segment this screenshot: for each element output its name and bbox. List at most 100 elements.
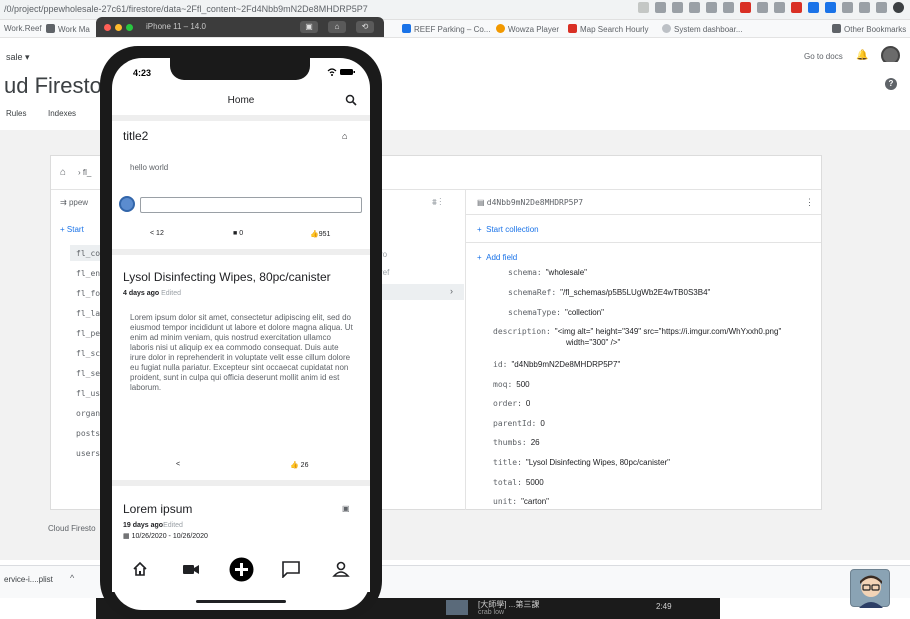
collection-item[interactable]: fl_pe <box>76 329 100 338</box>
field-row[interactable]: schemaType: "collection" <box>508 308 604 317</box>
thumbs-up-icon: 👍 <box>310 231 319 238</box>
extension-toolbar <box>638 2 904 13</box>
field-row[interactable]: description: "<img alt=" height="349" src… <box>493 327 781 336</box>
tab-rules[interactable]: Rules <box>6 109 26 118</box>
calendar-icon[interactable]: ▣ <box>342 504 350 513</box>
profile-avatar-icon[interactable] <box>893 2 904 13</box>
user-avatar <box>119 196 135 212</box>
feed-separator <box>112 115 370 121</box>
add-post-icon[interactable] <box>229 557 254 587</box>
collection-item[interactable]: users <box>76 449 100 458</box>
add-field-button[interactable]: + Add field <box>477 253 517 262</box>
bookmark-item[interactable]: Other Bookmarks <box>832 24 906 34</box>
extension-icon[interactable] <box>706 2 717 13</box>
field-row[interactable]: order: 0 <box>493 399 530 408</box>
collection-item[interactable]: fl_us <box>76 389 100 398</box>
collection-item[interactable]: fl_en <box>76 269 100 278</box>
minimize-window-button[interactable] <box>115 24 122 31</box>
field-row[interactable]: id: "d4Nbb9mN2De8MHDRP5P7" <box>493 360 620 369</box>
start-collection-left[interactable]: + Start <box>60 225 84 234</box>
zoom-window-button[interactable] <box>126 24 133 31</box>
extension-icon[interactable] <box>655 2 666 13</box>
field-row[interactable]: thumbs: 26 <box>493 438 540 447</box>
extension-icon[interactable] <box>825 2 836 13</box>
extension-icon[interactable] <box>740 2 751 13</box>
field-row[interactable]: moq: 500 <box>493 380 530 389</box>
dashboard-icon <box>662 24 671 33</box>
pin-icon[interactable]: ⌂ <box>342 131 347 141</box>
video-thumbnail[interactable] <box>446 600 468 615</box>
bookmark-item[interactable]: REEF Parking – Co... <box>402 24 490 34</box>
bookmark-item[interactable]: Map Search Hourly <box>568 24 648 34</box>
home-nav-icon[interactable] <box>131 560 149 583</box>
home-indicator <box>196 600 286 603</box>
bookmark-item[interactable]: Work Ma <box>46 24 90 34</box>
wifi-battery-icon <box>327 68 355 76</box>
breadcrumb[interactable]: › fl_ <box>78 168 91 177</box>
collection-item[interactable]: fl_la <box>76 309 100 318</box>
extension-icon[interactable] <box>842 2 853 13</box>
share-button[interactable]: < 12 <box>150 230 164 237</box>
close-window-button[interactable] <box>104 24 111 31</box>
comment-input[interactable] <box>140 197 362 213</box>
comment-button[interactable]: ■ 0 <box>233 230 243 237</box>
help-icon[interactable]: ? <box>885 78 897 90</box>
field-row[interactable]: total: 5000 <box>493 478 544 487</box>
phone-notch <box>170 58 310 80</box>
search-icon[interactable] <box>345 93 357 111</box>
chevron-up-icon[interactable]: ^ <box>70 573 74 583</box>
share-icon: < <box>150 230 155 237</box>
download-item[interactable]: ervice-i....plist <box>4 575 53 584</box>
url-text[interactable]: /0/project/ppewholesale-27c61/firestore/… <box>4 4 368 14</box>
reef-icon <box>402 24 411 33</box>
like-button[interactable]: 👍 26 <box>290 461 308 469</box>
extension-icon[interactable] <box>774 2 785 13</box>
go-to-docs-link[interactable]: Go to docs <box>804 52 843 61</box>
filter-icon[interactable]: ⩩ ⋮ <box>432 197 442 208</box>
extension-icon[interactable] <box>672 2 683 13</box>
post-title[interactable]: Lorem ipsum <box>123 502 192 516</box>
post-title[interactable]: Lysol Disinfecting Wipes, 80pc/canister <box>123 270 331 284</box>
like-button[interactable]: 👍951 <box>310 230 330 238</box>
field-row[interactable]: title: "Lysol Disinfecting Wipes, 80pc/ca… <box>493 458 670 467</box>
rotate-icon[interactable]: ⟲ <box>356 21 374 33</box>
bookmark-item[interactable]: System dashboar... <box>662 24 742 34</box>
simulator-title-bar[interactable]: iPhone 11 – 14.0 ▣ ⌂ ⟲ <box>96 17 384 37</box>
bookmark-item[interactable]: Wowza Player <box>496 24 559 34</box>
thumbs-up-icon: 👍 <box>290 462 299 469</box>
field-row[interactable]: schemaRef: "/fl_schemas/p5B5LUgWb2E4wTB0S… <box>508 288 710 297</box>
video-nav-icon[interactable] <box>181 560 201 583</box>
start-collection-button[interactable]: + Start collection <box>477 225 539 234</box>
collection-item[interactable]: fl_sc <box>76 349 100 358</box>
field-row[interactable]: unit: "carton" <box>493 497 549 506</box>
tab-indexes[interactable]: Indexes <box>48 109 76 118</box>
home-button-icon[interactable]: ⌂ <box>328 21 346 33</box>
field-row[interactable]: schema: "wholesale" <box>508 268 587 277</box>
collection-item[interactable]: organ <box>76 409 100 418</box>
collection-item[interactable]: fl_fo <box>76 289 100 298</box>
extension-icon[interactable] <box>757 2 768 13</box>
extension-icon[interactable] <box>808 2 819 13</box>
share-button[interactable]: < <box>176 461 180 468</box>
chat-nav-icon[interactable] <box>281 560 301 583</box>
extension-icon[interactable] <box>723 2 734 13</box>
screenshot-icon[interactable]: ▣ <box>300 21 318 33</box>
more-options-icon[interactable]: ⋮ <box>805 197 814 208</box>
post-dates: ▦ 10/26/2020 - 10/26/2020 <box>123 533 208 540</box>
star-icon[interactable] <box>638 2 649 13</box>
collection-item[interactable]: fl_co <box>76 249 100 258</box>
bookmark-item[interactable]: Work.Reef <box>4 24 42 33</box>
profile-nav-icon[interactable] <box>332 560 350 583</box>
collection-item[interactable]: posts <box>76 429 100 438</box>
extension-icon[interactable] <box>791 2 802 13</box>
home-icon[interactable]: ⌂ <box>60 167 66 178</box>
extension-icon[interactable] <box>689 2 700 13</box>
notifications-icon[interactable]: 🔔 <box>856 50 868 61</box>
field-row[interactable]: parentId: 0 <box>493 419 545 428</box>
post-title[interactable]: title2 <box>123 129 148 143</box>
divider <box>466 242 821 243</box>
collection-item[interactable]: fl_se <box>76 369 100 378</box>
folder-icon <box>46 24 55 33</box>
extension-icon[interactable] <box>876 2 887 13</box>
extension-icon[interactable] <box>859 2 870 13</box>
